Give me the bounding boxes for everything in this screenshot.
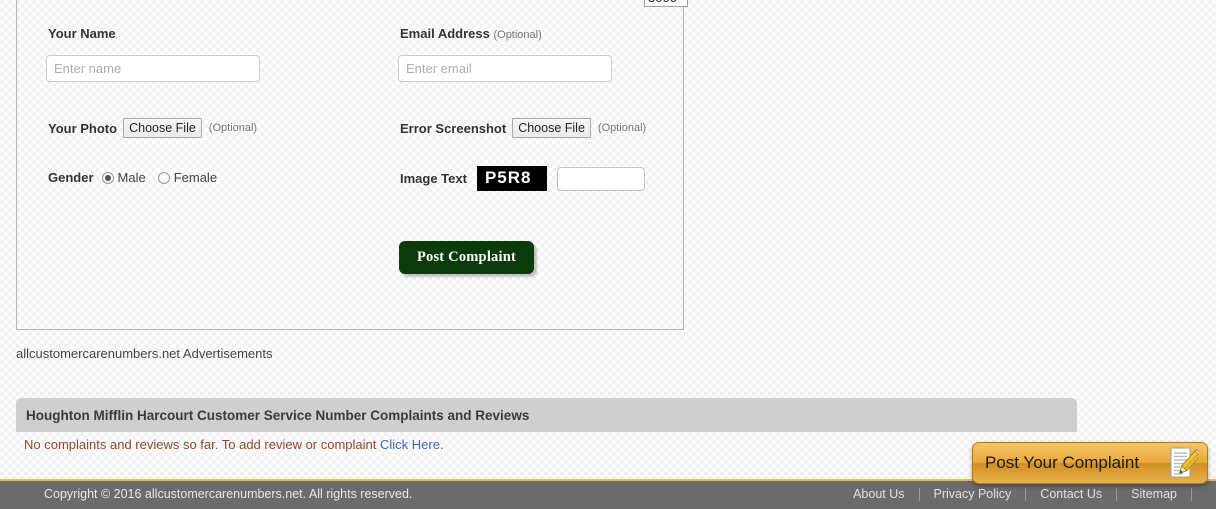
- footer-link-about-us[interactable]: About Us: [839, 487, 918, 501]
- gender-option-female-label[interactable]: Female: [174, 170, 217, 185]
- gender-radio-female[interactable]: [157, 171, 170, 184]
- name-label: Your Name: [48, 26, 116, 41]
- email-input[interactable]: [398, 55, 612, 82]
- gender-row: Gender Male Female: [48, 170, 229, 185]
- page-root: Your Name Email Address (Optional) Your …: [0, 0, 1216, 509]
- screenshot-optional-note: (Optional): [597, 122, 647, 134]
- reviews-section-header: Houghton Mifflin Harcourt Customer Servi…: [16, 398, 1077, 432]
- photo-upload-row: Your Photo Choose File (Optional): [48, 118, 257, 138]
- photo-optional-note: (Optional): [208, 122, 258, 134]
- reviews-empty-text-after: .: [439, 437, 444, 452]
- complaint-form-panel: Your Name Email Address (Optional) Your …: [16, 0, 688, 330]
- footer-separator: [1191, 487, 1192, 501]
- photo-choose-file-button[interactable]: Choose File: [123, 118, 202, 138]
- reviews-empty-message: No complaints and reviews so far. To add…: [24, 437, 444, 452]
- post-your-complaint-label: Post Your Complaint: [985, 453, 1140, 472]
- post-your-complaint-widget[interactable]: Post Your Complaint: [972, 442, 1208, 484]
- email-label-text: Email Address: [400, 26, 490, 41]
- gender-radio-male[interactable]: [101, 171, 114, 184]
- post-complaint-button[interactable]: Post Complaint: [399, 241, 534, 274]
- email-label: Email Address (Optional): [400, 26, 542, 41]
- captcha-input[interactable]: [556, 166, 645, 191]
- reviews-header-title: Houghton Mifflin Harcourt Customer Servi…: [26, 407, 530, 423]
- name-label-text: Your Name: [48, 26, 116, 41]
- advertisements-caption: allcustomercarenumbers.net Advertisement…: [16, 346, 273, 361]
- footer-copyright: Copyright © 2016 allcustomercarenumbers.…: [44, 487, 413, 501]
- character-counter-field[interactable]: [644, 0, 688, 7]
- captcha-row: Image Text P5R8: [400, 166, 645, 191]
- gender-label: Gender: [48, 170, 94, 185]
- email-optional-note: (Optional): [493, 29, 542, 41]
- captcha-label: Image Text: [400, 171, 467, 186]
- footer-link-contact-us[interactable]: Contact Us: [1026, 487, 1116, 501]
- screenshot-upload-row: Error Screenshot Choose File (Optional): [400, 118, 646, 138]
- footer-link-privacy-policy[interactable]: Privacy Policy: [920, 487, 1026, 501]
- screenshot-label: Error Screenshot: [400, 120, 507, 136]
- footer-link-sitemap[interactable]: Sitemap: [1117, 487, 1191, 501]
- screenshot-choose-file-button[interactable]: Choose File: [512, 118, 591, 138]
- name-input[interactable]: [46, 55, 260, 82]
- reviews-click-here-link[interactable]: Click Here: [380, 437, 440, 452]
- notepad-pencil-icon: [1169, 447, 1203, 479]
- reviews-empty-text-before: No complaints and reviews so far. To add…: [24, 437, 380, 452]
- footer-links: About Us Privacy Policy Contact Us Sitem…: [839, 487, 1192, 501]
- captcha-image: P5R8: [476, 166, 547, 191]
- photo-label: Your Photo: [48, 120, 118, 136]
- gender-option-male-label[interactable]: Male: [118, 170, 146, 185]
